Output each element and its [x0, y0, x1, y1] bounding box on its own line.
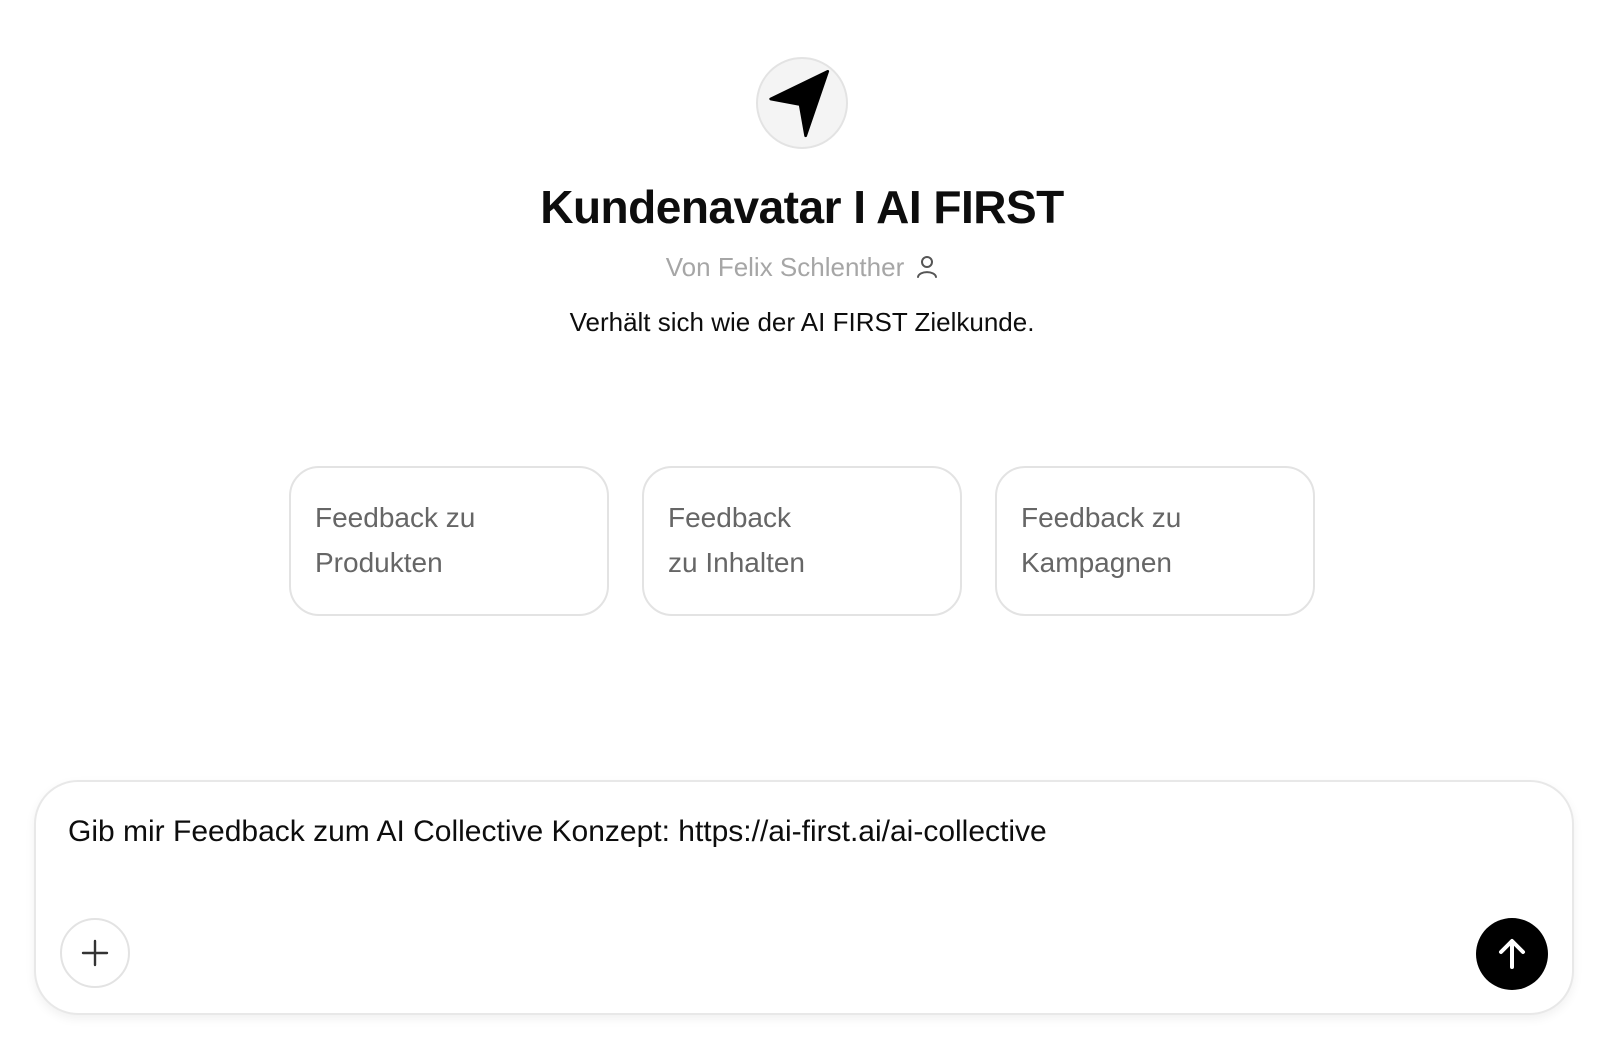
person-icon — [916, 255, 938, 279]
suggestion-feedback-produkte[interactable]: Feedback zu Produkten — [289, 466, 609, 616]
navigation-arrow-icon — [769, 69, 830, 138]
message-input[interactable]: Gib mir Feedback zum AI Collective Konze… — [68, 812, 1047, 852]
plus-icon — [81, 939, 109, 967]
author-name[interactable]: Von Felix Schlenther — [666, 251, 904, 283]
gpt-start-page: Kundenavatar I AI FIRST Von Felix Schlen… — [0, 0, 1604, 1060]
arrow-up-icon — [1499, 939, 1525, 969]
send-button[interactable] — [1476, 918, 1548, 990]
message-composer[interactable]: Gib mir Feedback zum AI Collective Konze… — [34, 780, 1574, 1015]
conversation-starters: Feedback zu Produkten Feedback zu Inhalt… — [0, 466, 1604, 616]
gpt-avatar — [756, 57, 848, 149]
attach-button[interactable] — [60, 918, 130, 988]
suggestion-feedback-inhalte[interactable]: Feedback zu Inhalten — [642, 466, 962, 616]
gpt-title: Kundenavatar I AI FIRST — [540, 181, 1064, 233]
gpt-author[interactable]: Von Felix Schlenther — [666, 251, 938, 283]
gpt-header: Kundenavatar I AI FIRST Von Felix Schlen… — [0, 0, 1604, 339]
suggestion-feedback-kampagnen[interactable]: Feedback zu Kampagnen — [995, 466, 1315, 616]
gpt-description: Verhält sich wie der AI FIRST Zielkunde. — [569, 307, 1035, 337]
